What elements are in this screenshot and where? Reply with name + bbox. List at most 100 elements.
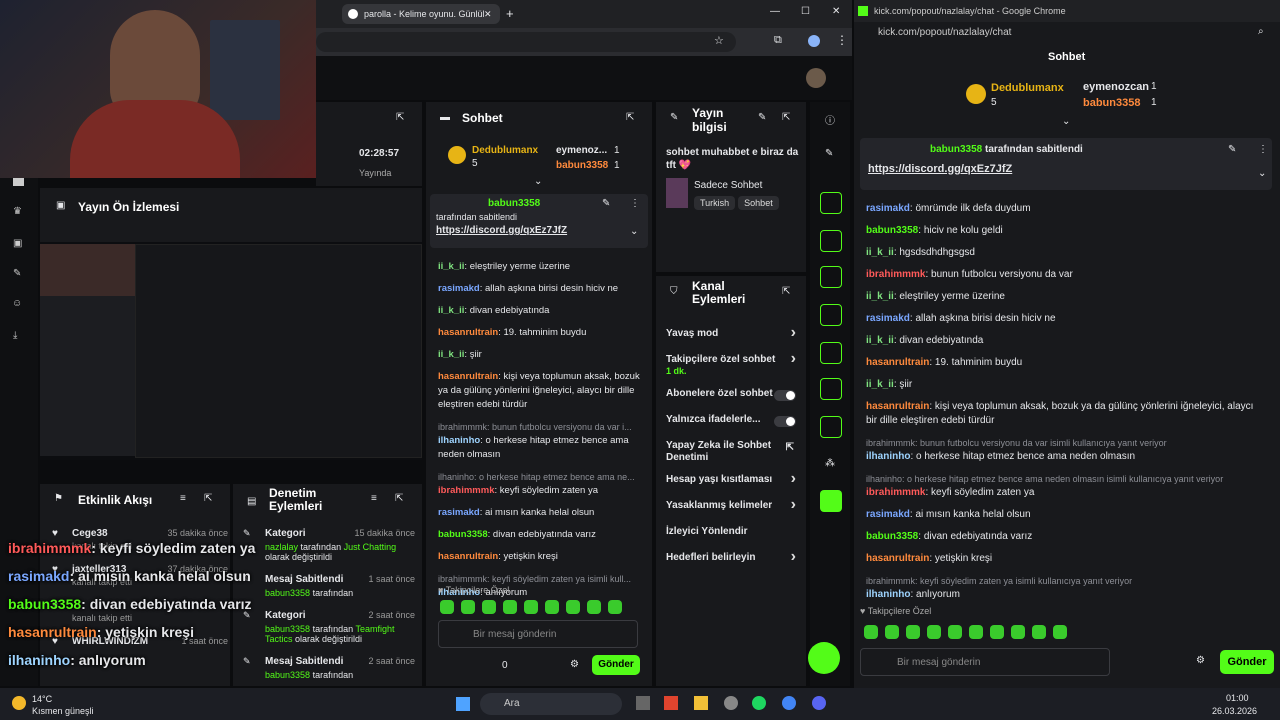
taskbar-app-icon[interactable] [636, 696, 650, 710]
channel-action-item[interactable]: Yasaklanmış kelimeler [666, 500, 800, 526]
emote-icon[interactable] [440, 600, 454, 614]
expand-chevron-icon[interactable]: ⌄ [1258, 168, 1266, 179]
bookmark-star-icon[interactable]: ☆ [714, 34, 724, 47]
preview-video[interactable] [40, 242, 422, 460]
emote-icon[interactable] [566, 600, 580, 614]
chat-input[interactable]: Bir mesaj gönderin [438, 620, 638, 648]
channel-action-item[interactable]: Yapay Zeka ile Sohbet Denetimi ⇱ [666, 440, 800, 474]
pinned-link[interactable]: https://discord.gg/qxEz7JfZ [868, 163, 1264, 175]
chat-username[interactable]: babun3358 [438, 529, 488, 540]
channel-action-item[interactable]: İzleyici Yönlendir [666, 526, 800, 552]
chat-username[interactable]: ilhaninho [866, 451, 910, 462]
chat-username[interactable]: ii_k_ii [866, 247, 894, 258]
pinned-message[interactable]: babun3358 tarafından sabitlendi https://… [430, 194, 648, 248]
emote-icon[interactable] [969, 625, 983, 639]
emote-icon[interactable] [587, 600, 601, 614]
chat-username[interactable]: hasanrultrain [866, 553, 929, 564]
tool-icon-3[interactable] [820, 266, 842, 288]
maximize-button[interactable]: ☐ [801, 6, 810, 17]
chat-username[interactable]: ii_k_ii [438, 349, 464, 360]
chat-username[interactable]: rasimakd [866, 313, 910, 324]
emote-icon[interactable] [608, 600, 622, 614]
channel-popout-icon[interactable]: ⇱ [782, 286, 790, 297]
chat-username[interactable]: hasanrultrain [866, 357, 929, 368]
spotify-icon[interactable] [752, 696, 766, 710]
nav-home-icon[interactable] [13, 178, 24, 186]
chevron-right-icon[interactable] [791, 548, 796, 566]
emote-icon[interactable] [1053, 625, 1067, 639]
mod-filter-icon[interactable]: ≡ [371, 493, 377, 504]
headset-support-icon[interactable] [808, 642, 840, 674]
chevron-right-icon[interactable] [791, 350, 796, 368]
emote-icon[interactable] [990, 625, 1004, 639]
emote-icon[interactable] [461, 600, 475, 614]
emote-icon[interactable] [927, 625, 941, 639]
chat-username[interactable]: ibrahimmmk [866, 269, 925, 280]
chat-username[interactable]: hasanrultrain [438, 551, 498, 562]
profile-avatar[interactable] [808, 35, 820, 47]
tool-icon-6[interactable] [820, 378, 842, 400]
tool-icon-4[interactable] [820, 304, 842, 326]
nav-download-icon[interactable]: ⤓ [13, 330, 17, 341]
channel-action-item[interactable]: Abonelere özel sohbet [666, 388, 800, 414]
channel-action-item[interactable]: Hedefleri belirleyin [666, 552, 800, 578]
tool-icon-1[interactable] [820, 192, 842, 214]
chat-username[interactable]: ibrahimmmk [866, 487, 925, 498]
chevron-right-icon[interactable] [791, 496, 796, 514]
channel-action-item[interactable]: Takipçilere özel sohbet 1 dk. [666, 354, 800, 388]
user-avatar[interactable] [806, 68, 826, 88]
popout-chat-input[interactable]: Bir mesaj gönderin [860, 648, 1110, 676]
emote-icon[interactable] [906, 625, 920, 639]
filter-icon[interactable]: ≡ [180, 493, 186, 504]
chat-username[interactable]: ii_k_ii [866, 291, 894, 302]
taskbar-app-icon[interactable] [664, 696, 678, 710]
chat-username[interactable]: ibrahimmmk [438, 485, 495, 496]
chat-username[interactable]: rasimakd [866, 203, 910, 214]
chat-popout-icon[interactable]: ⇱ [626, 112, 634, 123]
nav-users-icon[interactable]: ☺ [12, 298, 22, 309]
popout-pinned[interactable]: babun3358 tarafından sabitlendi https://… [860, 138, 1272, 190]
external-link-icon[interactable]: ⇱ [786, 442, 794, 453]
edit-icon[interactable]: ✎ [758, 112, 766, 123]
address-bar[interactable] [316, 32, 736, 52]
menu-dots-icon[interactable]: ⋮ [836, 33, 848, 47]
chevron-right-icon[interactable] [791, 324, 796, 342]
chat-username[interactable]: ilhaninho [866, 589, 910, 600]
emote-icon[interactable] [1032, 625, 1046, 639]
mod-popout-icon[interactable]: ⇱ [395, 493, 403, 504]
chat-username[interactable]: ilhaninho [438, 435, 480, 446]
chrome-icon[interactable] [782, 696, 796, 710]
pin-icon[interactable]: ✎ [602, 198, 610, 209]
send-button[interactable]: Gönder [592, 655, 640, 675]
popout-url[interactable]: kick.com/popout/nazlalay/chat [878, 27, 1011, 38]
windows-start-icon[interactable] [456, 697, 470, 711]
taskbar-app-icon[interactable] [694, 696, 708, 710]
emote-icon[interactable] [545, 600, 559, 614]
chat-username[interactable]: ii_k_ii [866, 335, 894, 346]
send-button[interactable]: Gönder [1220, 650, 1274, 674]
emote-icon[interactable] [503, 600, 517, 614]
emote-icon[interactable] [1011, 625, 1025, 639]
nav-wrench-icon[interactable]: ✎ [13, 268, 21, 279]
chat-username[interactable]: ii_k_ii [438, 261, 464, 272]
chat-username[interactable]: ii_k_ii [438, 305, 464, 316]
chat-username[interactable]: rasimakd [866, 509, 910, 520]
taskbar-app-icon[interactable] [724, 696, 738, 710]
settings-gear-icon[interactable]: ⚙ [570, 659, 579, 670]
chat-username[interactable]: hasanrultrain [866, 401, 929, 412]
more-icon[interactable]: ⋮ [1258, 144, 1268, 155]
minimize-button[interactable]: — [770, 6, 780, 17]
weather-icon[interactable] [12, 696, 26, 710]
zoom-icon[interactable]: ⌕ [1258, 26, 1264, 37]
chat-username[interactable]: hasanrultrain [438, 327, 498, 338]
new-tab-button[interactable]: + [506, 6, 514, 21]
channel-action-item[interactable]: Hesap yaşı kısıtlaması [666, 474, 800, 500]
pin-icon[interactable]: ✎ [1228, 144, 1236, 155]
chat-username[interactable]: ii_k_ii [866, 379, 894, 390]
info-icon[interactable]: ⓘ [825, 112, 835, 127]
pencil-icon[interactable]: ✎ [825, 148, 833, 159]
emote-icon[interactable] [482, 600, 496, 614]
tool-icon-7[interactable] [820, 416, 842, 438]
discord-icon[interactable] [812, 696, 826, 710]
more-icon[interactable]: ⋮ [630, 198, 640, 209]
